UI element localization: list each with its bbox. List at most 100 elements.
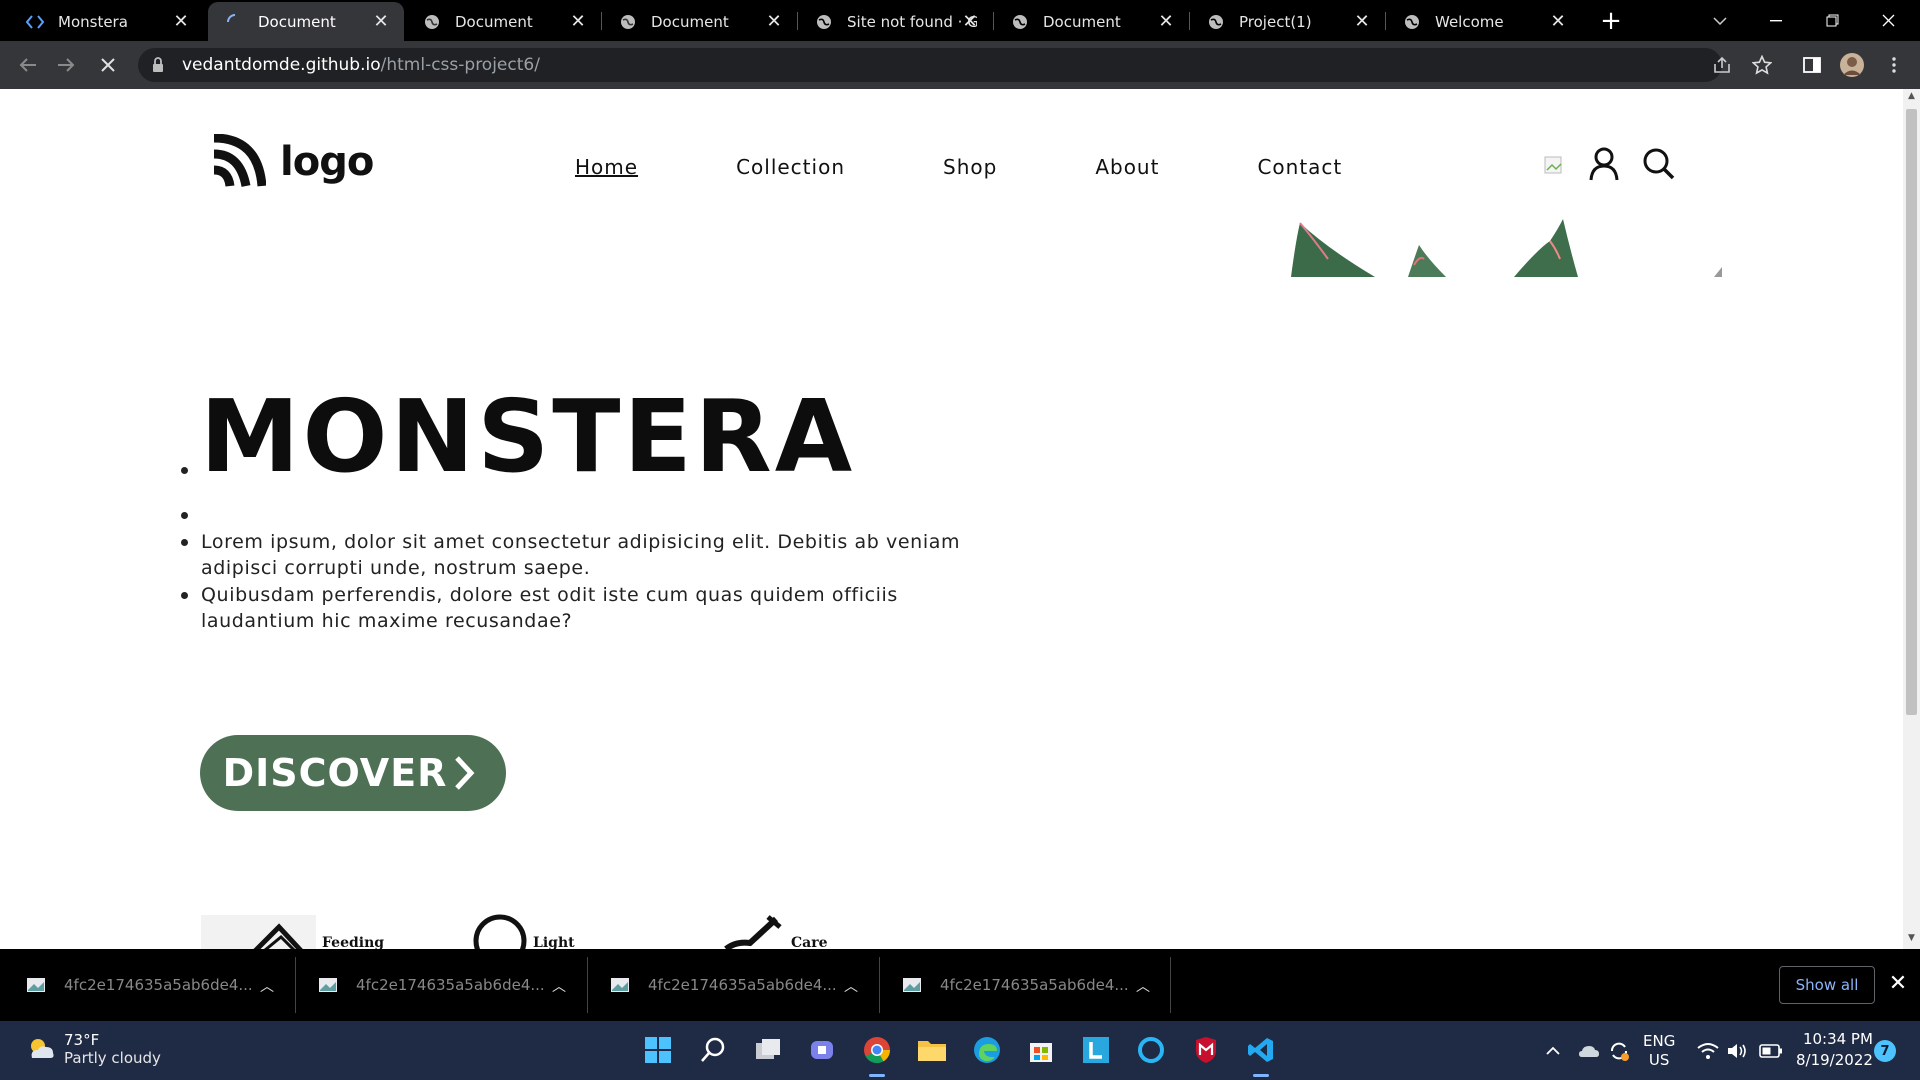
cortana-icon[interactable] [1134, 1033, 1168, 1067]
show-hidden-icons-chevron[interactable] [1545, 1021, 1561, 1080]
list-bullet [181, 592, 188, 599]
download-name: 4fc2e174635a5ab6de4... [648, 976, 837, 994]
light-icon [472, 913, 528, 949]
url-host: vedantdomde.github.io [182, 55, 381, 75]
region-code: US [1648, 1050, 1670, 1069]
teams-chat-icon[interactable] [806, 1033, 840, 1067]
chevron-up-icon[interactable]: ︿ [844, 976, 858, 996]
close-tab-icon[interactable]: ✕ [1157, 11, 1175, 32]
download-name: 4fc2e174635a5ab6de4... [940, 976, 1129, 994]
download-name: 4fc2e174635a5ab6de4... [356, 976, 545, 994]
download-item[interactable]: 4fc2e174635a5ab6de4... ︿ [876, 949, 1168, 1021]
download-item[interactable]: 4fc2e174635a5ab6de4... ︿ [292, 949, 584, 1021]
file-explorer-icon[interactable] [915, 1033, 949, 1067]
weather-widget[interactable]: 73°F Partly cloudy [26, 1031, 161, 1067]
windows-start-icon[interactable] [641, 1033, 675, 1067]
feature-feeding [201, 915, 316, 949]
main-navigation: Home Collection Shop About Contact [575, 155, 1342, 179]
close-tab-icon[interactable]: ✕ [1549, 11, 1567, 32]
chevron-up-icon[interactable]: ︿ [1136, 976, 1150, 996]
feature-label-feeding: Feeding [322, 935, 385, 949]
minimize-button[interactable] [1748, 0, 1804, 41]
globe-icon [423, 13, 441, 31]
search-icon[interactable] [1642, 147, 1676, 185]
browser-toolbar: vedantdomde.github.io/html-css-project6/ [0, 41, 1920, 89]
tab-search-chevron-icon[interactable] [1692, 0, 1748, 41]
close-tab-icon[interactable]: ✕ [1353, 11, 1371, 32]
input-language-indicator[interactable]: ENG US [1643, 1021, 1675, 1080]
browser-menu-icon[interactable] [1880, 51, 1908, 79]
broken-image-icon[interactable] [1544, 156, 1564, 176]
notification-count-badge[interactable]: 7 [1874, 1040, 1896, 1062]
scroll-down-arrow-icon[interactable]: ▼ [1906, 933, 1917, 945]
tab-project[interactable]: Project(1) ✕ [1189, 2, 1385, 41]
close-tab-icon[interactable]: ✕ [172, 11, 190, 32]
sync-icon[interactable] [1608, 1021, 1630, 1080]
side-panel-icon[interactable] [1798, 51, 1826, 79]
battery-icon[interactable] [1759, 1021, 1783, 1080]
microsoft-store-icon[interactable] [1024, 1033, 1058, 1067]
volume-icon[interactable] [1726, 1021, 1748, 1080]
download-separator [1170, 957, 1171, 1013]
close-downloads-bar-icon[interactable]: ✕ [1884, 969, 1912, 997]
tab-title: Document [1043, 12, 1121, 31]
partly-cloudy-icon [31, 1039, 54, 1058]
tab-title: Document [258, 12, 336, 31]
tab-title: Document [455, 12, 533, 31]
tab-welcome[interactable]: Welcome ✕ [1385, 2, 1581, 41]
globe-icon [1207, 13, 1225, 31]
chevron-up-icon[interactable]: ︿ [552, 976, 566, 996]
system-clock[interactable]: 10:34 PM 8/19/2022 [1796, 1029, 1873, 1071]
wifi-icon[interactable] [1697, 1021, 1719, 1080]
tab-document[interactable]: Document ✕ [405, 2, 601, 41]
scroll-up-arrow-icon[interactable]: ▲ [1906, 91, 1917, 103]
nav-shop[interactable]: Shop [943, 155, 997, 179]
restore-button[interactable] [1804, 0, 1860, 41]
launcher-l-icon[interactable] [1079, 1033, 1113, 1067]
chevron-up-icon[interactable]: ︿ [260, 976, 274, 996]
tab-monstera[interactable]: Monstera ✕ [8, 2, 204, 41]
user-icon[interactable] [1588, 147, 1620, 185]
back-button[interactable] [14, 51, 42, 79]
close-tab-icon[interactable]: ✕ [569, 11, 587, 32]
nav-contact[interactable]: Contact [1257, 155, 1342, 179]
close-tab-icon[interactable]: ✕ [372, 11, 390, 32]
address-bar[interactable]: vedantdomde.github.io/html-css-project6/ [138, 48, 1722, 82]
tab-document[interactable]: Document ✕ [993, 2, 1189, 41]
show-all-downloads-button[interactable]: Show all [1779, 966, 1875, 1004]
clock-time: 10:34 PM [1802, 1030, 1873, 1048]
forward-button[interactable] [52, 51, 80, 79]
close-window-button[interactable] [1860, 0, 1916, 41]
discover-button[interactable]: DISCOVER [200, 735, 506, 811]
chrome-icon[interactable] [860, 1033, 894, 1077]
stop-loading-button[interactable] [94, 51, 122, 79]
new-tab-button[interactable]: + [1597, 6, 1625, 36]
share-icon[interactable] [1708, 51, 1736, 79]
tab-document-active[interactable]: Document ✕ [208, 2, 404, 41]
nav-about[interactable]: About [1095, 155, 1159, 179]
edge-icon[interactable] [970, 1033, 1004, 1067]
taskbar-search-icon[interactable] [696, 1033, 730, 1067]
bookmark-star-icon[interactable] [1748, 51, 1776, 79]
tab-site-not-found[interactable]: Site not found · G ✕ [797, 2, 993, 41]
onedrive-icon[interactable] [1578, 1021, 1600, 1080]
weather-temperature: 73°F [64, 1031, 100, 1049]
nav-collection[interactable]: Collection [736, 155, 845, 179]
clock-date: 8/19/2022 [1796, 1051, 1873, 1069]
mcafee-icon[interactable] [1189, 1033, 1223, 1067]
header-icons [1544, 147, 1676, 185]
hero-bullet-2: Quibusdam perferendis, dolore est odit i… [201, 584, 898, 632]
tab-document[interactable]: Document ✕ [601, 2, 797, 41]
vscode-icon[interactable] [1244, 1033, 1278, 1077]
lock-icon [152, 57, 166, 73]
download-item[interactable]: 4fc2e174635a5ab6de4... ︿ [584, 949, 876, 1021]
download-item[interactable]: 4fc2e174635a5ab6de4... ︿ [0, 949, 292, 1021]
profile-avatar[interactable] [1838, 51, 1866, 79]
page-scrollbar[interactable]: ▲ ▼ [1903, 89, 1920, 949]
close-tab-icon[interactable]: ✕ [961, 11, 979, 32]
site-logo[interactable]: logo [210, 134, 374, 190]
close-tab-icon[interactable]: ✕ [765, 11, 783, 32]
scrollbar-thumb[interactable] [1906, 109, 1917, 715]
nav-home[interactable]: Home [575, 155, 638, 179]
task-view-icon[interactable] [751, 1033, 785, 1067]
